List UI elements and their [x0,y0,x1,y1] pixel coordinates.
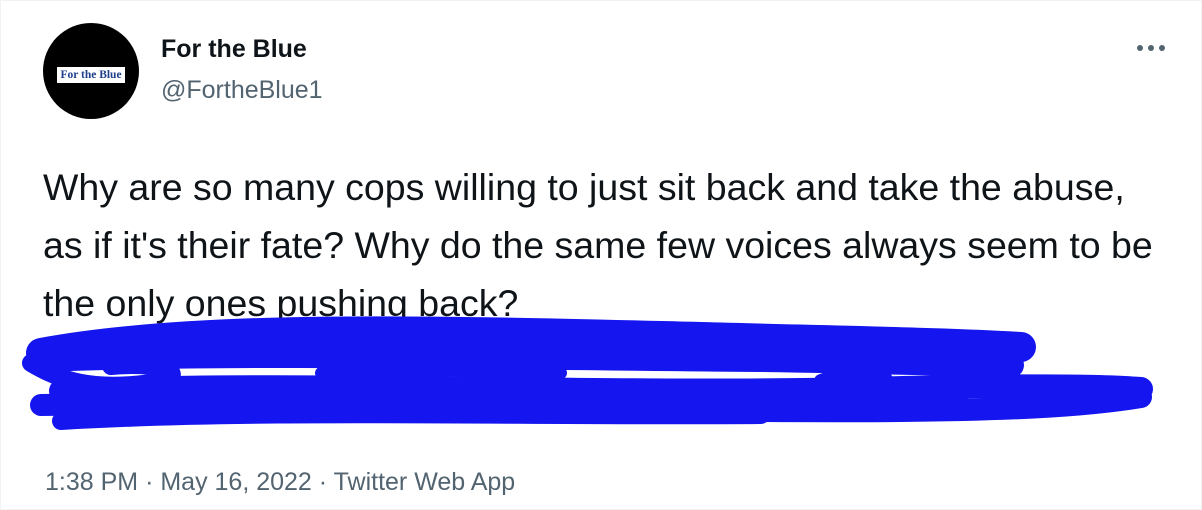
tweet-text: Why are so many cops willing to just sit… [43,166,1153,324]
tweet-card: For the Blue For the Blue @FortheBlue1 W… [0,0,1202,510]
author-display-name[interactable]: For the Blue [161,34,307,64]
meta-separator: · [145,468,154,496]
avatar-logo-text: For the Blue [57,67,125,83]
tweet-metadata: 1:38 PM · May 16, 2022 · Twitter Web App [45,467,515,497]
meta-separator: · [318,468,328,496]
tweet-time[interactable]: 1:38 PM [45,468,138,496]
tweet-source[interactable]: Twitter Web App [334,468,516,496]
tweet-date[interactable]: May 16, 2022 [160,468,312,496]
more-options-button[interactable] [1131,35,1171,61]
more-horizontal-icon [1137,45,1165,51]
author-handle[interactable]: @FortheBlue1 [161,75,323,105]
avatar[interactable]: For the Blue [43,23,139,119]
